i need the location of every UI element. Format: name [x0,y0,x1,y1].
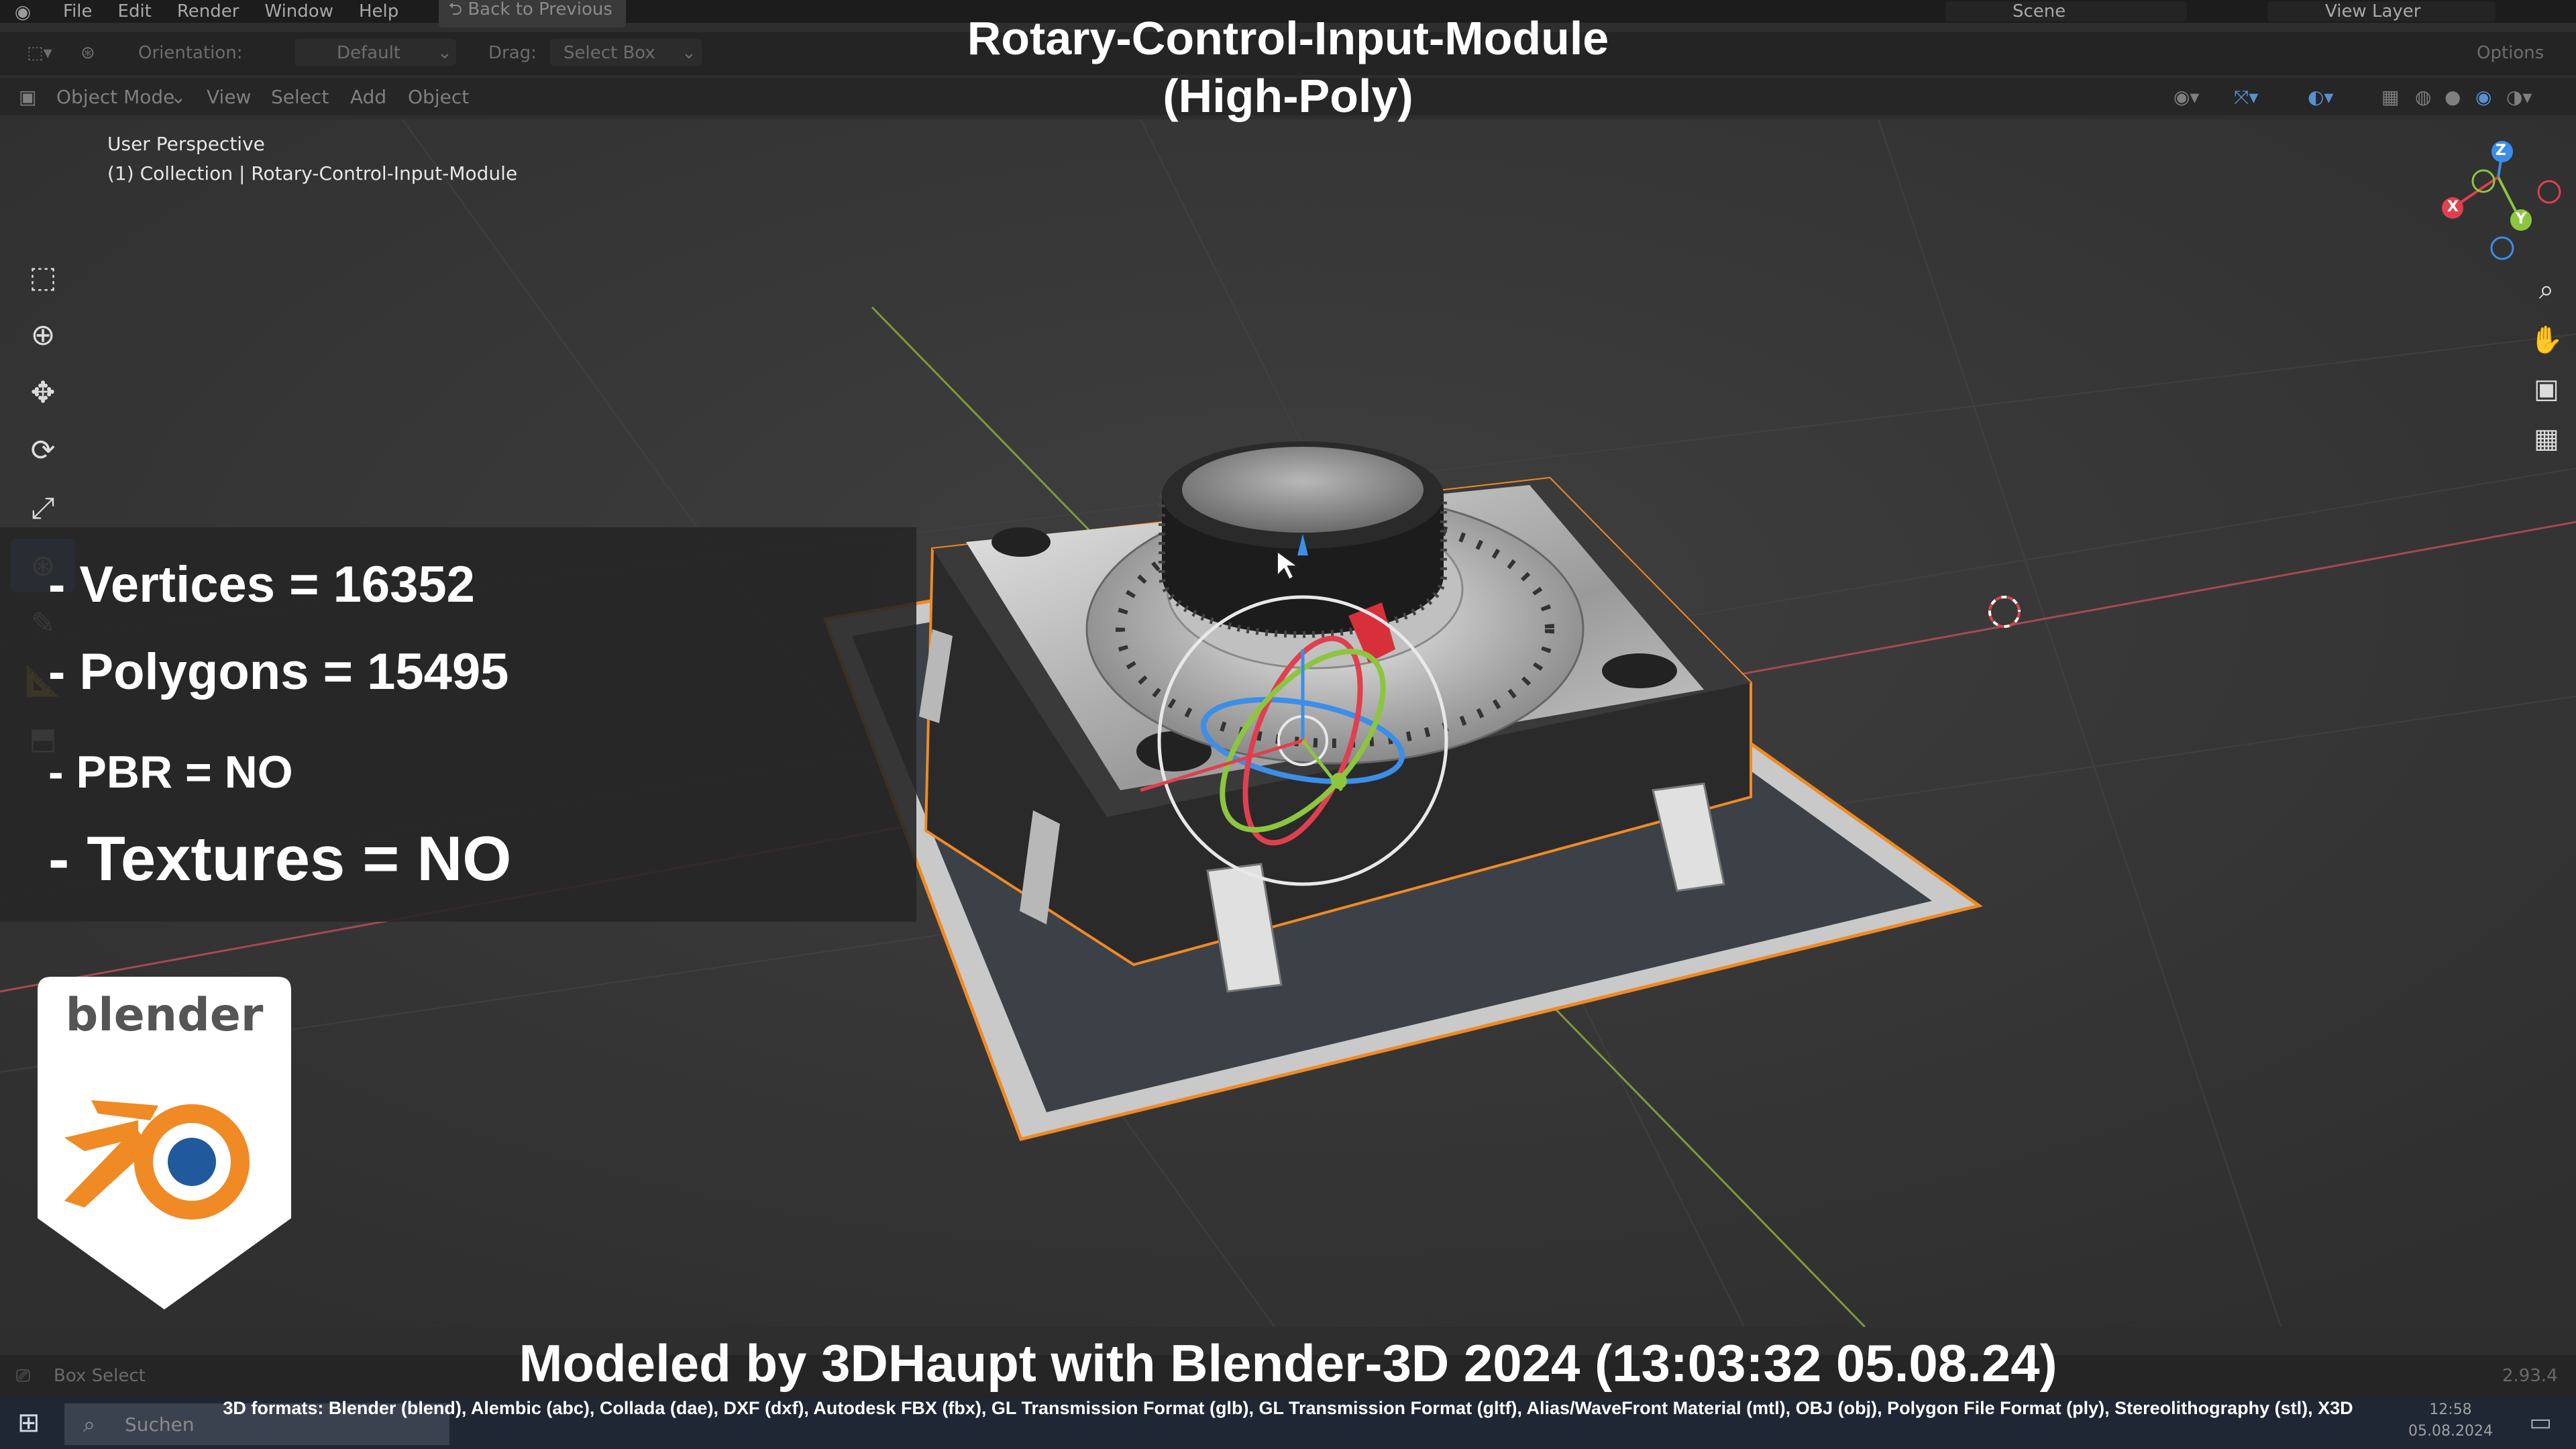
clock-date: 05.08.2024 [2408,1423,2493,1440]
gizmo-y-label[interactable]: Y [2516,211,2526,227]
grid-perspective-icon[interactable]: ▦ [2528,420,2565,458]
select-box-icon[interactable]: ⬚ [11,250,75,304]
gizmo-x-label[interactable]: X [2447,199,2459,215]
video-title: Rotary-Control-Input-Module (High-Poly) [0,9,2576,125]
stat-polygons: - Polygons = 15495 [48,643,509,700]
title-line-2: (High-Poly) [1163,70,1413,122]
move-icon[interactable]: ✥ [11,366,75,419]
blender-logo: blender [38,977,291,1309]
cursor-icon[interactable]: ⊕ [11,308,75,362]
stat-pbr: - PBR = NO [48,747,293,798]
camera-icon[interactable]: ▣ [2528,370,2565,408]
scale-icon[interactable]: ⤢ [11,481,75,535]
credits-text: Modeled by 3DHaupt with Blender-3D 2024 … [519,1334,2057,1393]
pan-hand-icon[interactable]: ✋ [2528,321,2565,358]
rotate-icon[interactable]: ⟳ [11,423,75,477]
stat-textures: - Textures = NO [48,823,512,894]
stat-vertices: - Vertices = 16352 [48,556,475,613]
title-line-1: Rotary-Control-Input-Module [967,12,1609,64]
gizmo-z-label[interactable]: Z [2496,142,2506,159]
collection-label: (1) Collection | Rotary-Control-Input-Mo… [107,162,518,184]
model-stats-panel: - Vertices = 16352 - Polygons = 15495 - … [0,527,916,922]
formats-text: 3D formats: Blender (blend), Alembic (ab… [223,1398,2353,1418]
view-perspective-label: User Perspective [107,133,265,155]
zoom-icon[interactable]: ⌕ [2528,271,2565,309]
blender-logo-text: blender [66,989,264,1042]
